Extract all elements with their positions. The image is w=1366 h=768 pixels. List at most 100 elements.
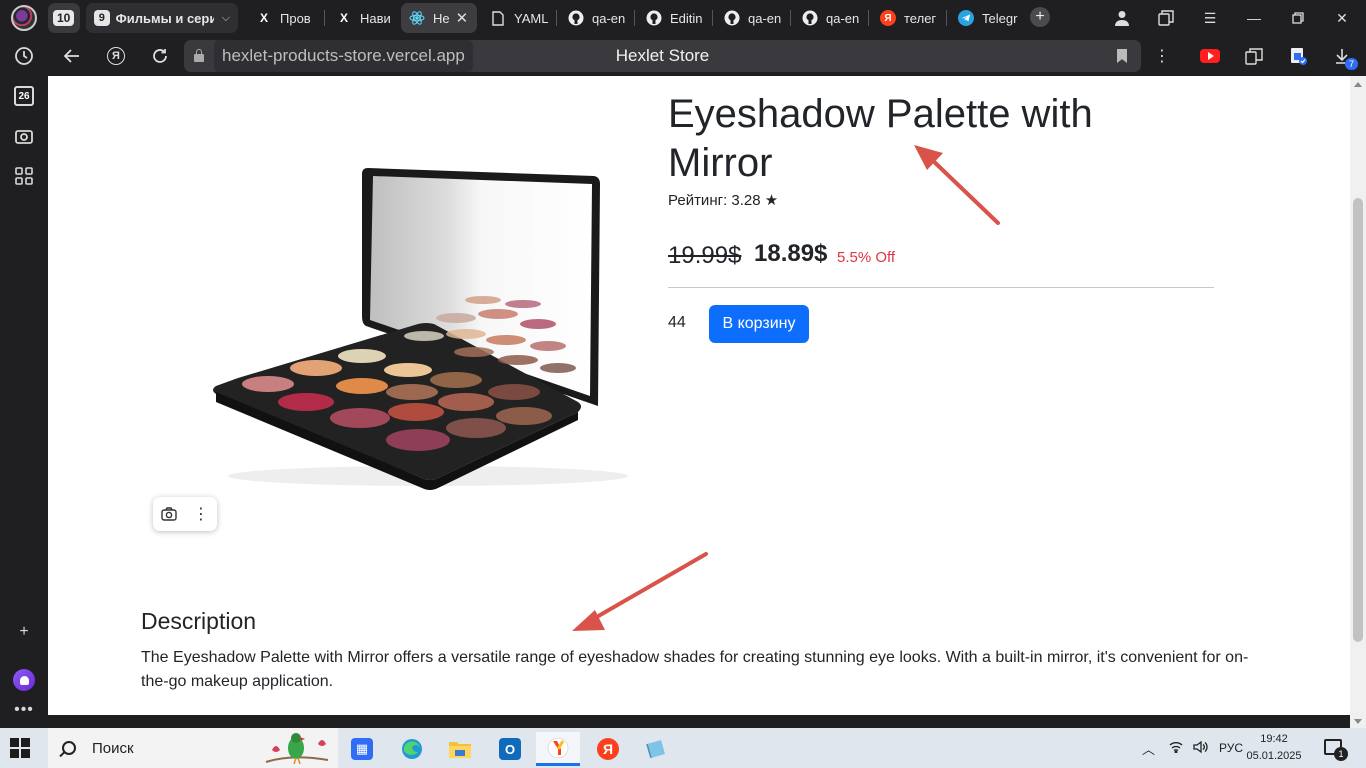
tab-yaml[interactable]: YAML <box>482 3 552 33</box>
tab-label: qa-en <box>748 10 782 26</box>
github-icon <box>802 10 818 26</box>
tab-github-4[interactable]: qa-en <box>794 3 864 33</box>
tab-label: He <box>433 10 450 26</box>
taskbar-outlook-app[interactable]: O <box>490 732 530 766</box>
system-tray: ︿ РУС <box>1142 728 1243 768</box>
divider <box>668 287 1214 288</box>
calendar-date: 26 <box>14 86 34 106</box>
password-manager-icon[interactable] <box>1286 44 1310 68</box>
yandex-button[interactable]: Я <box>104 44 128 68</box>
history-icon[interactable] <box>8 40 40 72</box>
tab-github-3[interactable]: qa-en <box>716 3 786 33</box>
github-icon <box>724 10 740 26</box>
apps-grid-icon[interactable] <box>8 160 40 192</box>
reload-button[interactable] <box>148 44 172 68</box>
react-icon <box>409 10 425 26</box>
downloads-count-badge: 7 <box>1344 58 1358 70</box>
tab-count: 10 <box>53 10 75 26</box>
extensions-icon[interactable] <box>1242 44 1266 68</box>
image-search-camera-icon[interactable] <box>153 497 185 531</box>
wifi-icon[interactable] <box>1169 741 1183 756</box>
notifications-icon[interactable]: 1 <box>1324 739 1348 761</box>
tab-github-1[interactable]: qa-en <box>560 3 630 33</box>
add-to-cart-button[interactable]: В корзину <box>709 305 809 343</box>
tab-hexlet-store-active[interactable]: He ✕ <box>401 3 477 33</box>
notifications-count: 1 <box>1334 747 1348 761</box>
product-title: Eyeshadow Palette with Mirror <box>668 92 1093 185</box>
taskbar-yandex-app[interactable]: Я <box>588 732 628 766</box>
more-dots-icon[interactable]: ••• <box>8 694 40 726</box>
tab-label: Фильмы и сериал <box>115 10 214 26</box>
address-row: Я Hexlet Store hexlet-products-store.ver… <box>48 36 1366 76</box>
discount-label: 5.5% Off <box>837 249 896 266</box>
document-icon <box>490 10 506 26</box>
image-tools-popup: ⋮ <box>153 497 217 531</box>
add-panel-icon[interactable]: + <box>8 616 40 648</box>
taskbar-store-app[interactable]: ▦ <box>342 732 382 766</box>
taskbar-explorer-app[interactable] <box>440 732 480 766</box>
profile-avatar[interactable] <box>8 2 40 34</box>
github-icon <box>646 10 662 26</box>
windows-taskbar: Поиск ▦ O Я ︿ РУС 19:42 05.01.2025 1 <box>0 728 1366 768</box>
annotation-arrowhead-description <box>572 610 605 631</box>
tab-group-films[interactable]: 9 Фильмы и сериал ⌵ <box>86 3 238 33</box>
description-heading: Description <box>141 608 257 634</box>
start-button[interactable] <box>10 738 30 758</box>
new-tab-button[interactable]: + <box>1030 7 1050 27</box>
tab-telegram[interactable]: Telegr <box>950 3 1022 33</box>
url-text[interactable]: hexlet-products-store.vercel.app <box>214 40 473 72</box>
profile-icon[interactable] <box>1110 6 1134 30</box>
calendar-icon[interactable]: 26 <box>8 80 40 112</box>
more-vertical-icon[interactable]: ⋮ <box>1150 44 1174 68</box>
language-indicator[interactable]: РУС <box>1219 741 1243 755</box>
scrollbar-thumb[interactable] <box>1353 198 1363 642</box>
close-tab-icon[interactable]: ✕ <box>456 9 469 27</box>
tab-label: Telegr <box>982 10 1018 26</box>
downloads-icon[interactable]: 7 <box>1330 44 1358 70</box>
tab-github-2[interactable]: Editin <box>638 3 708 33</box>
tab-group-count: 9 <box>94 10 110 26</box>
alice-assistant-icon[interactable] <box>8 664 40 696</box>
tab-hexlet-1[interactable]: X Пров <box>248 3 318 33</box>
address-bar[interactable]: Hexlet Store hexlet-products-store.verce… <box>184 40 1141 72</box>
tab-label: телег <box>904 10 937 26</box>
tab-counter[interactable]: 10 <box>48 3 80 33</box>
stock-count: 44 <box>668 314 686 331</box>
taskbar-edge-app[interactable] <box>392 732 432 766</box>
volume-icon[interactable] <box>1193 740 1209 757</box>
hexlet-icon: X <box>259 11 268 25</box>
back-button[interactable] <box>60 44 84 68</box>
tab-yandex[interactable]: Я телег <box>872 3 942 33</box>
menu-icon[interactable]: ☰ <box>1198 6 1222 30</box>
minimize-button[interactable]: — <box>1242 6 1266 30</box>
close-window-button[interactable]: ✕ <box>1330 6 1354 30</box>
chevron-down-icon: ⌵ <box>221 11 230 24</box>
screenshot-icon[interactable] <box>8 120 40 152</box>
page-viewport: ⋮ Eyeshadow Palette with Mirror Рейтинг:… <box>48 76 1350 715</box>
restore-button[interactable] <box>1286 6 1310 30</box>
more-vertical-icon[interactable]: ⋮ <box>185 497 217 531</box>
taskbar-search[interactable]: Поиск <box>48 728 338 768</box>
product-rating: Рейтинг: 3.28 ★ <box>668 192 779 209</box>
tray-expand-icon[interactable]: ︿ <box>1142 739 1155 758</box>
yandex-icon: Я <box>880 10 896 26</box>
taskbar-clock[interactable]: 19:42 05.01.2025 <box>1244 731 1304 765</box>
scroll-up-arrow-icon[interactable] <box>1354 82 1362 87</box>
tab-hexlet-2[interactable]: X Нави <box>328 3 396 33</box>
tab-label: Editin <box>670 10 703 26</box>
collections-icon[interactable] <box>1154 6 1178 30</box>
browser-sidebar: 26 + ••• <box>0 0 48 728</box>
clock-date: 05.01.2025 <box>1246 750 1302 762</box>
current-price: 18.89$ <box>754 240 828 267</box>
taskbar-notes-app[interactable] <box>636 732 676 766</box>
youtube-icon[interactable] <box>1198 44 1222 68</box>
scroll-down-arrow-icon[interactable] <box>1354 719 1362 724</box>
product-image <box>213 168 628 490</box>
tab-label: qa-en <box>592 10 626 26</box>
search-label: Поиск <box>92 739 134 757</box>
taskbar-yandex-browser-app[interactable] <box>536 732 580 766</box>
page-scrollbar[interactable] <box>1350 76 1366 728</box>
search-highlight-bird-icon <box>265 733 329 765</box>
tab-bar: 10 9 Фильмы и сериал ⌵ X Пров X Нави He … <box>48 0 1366 36</box>
search-icon <box>62 741 76 755</box>
